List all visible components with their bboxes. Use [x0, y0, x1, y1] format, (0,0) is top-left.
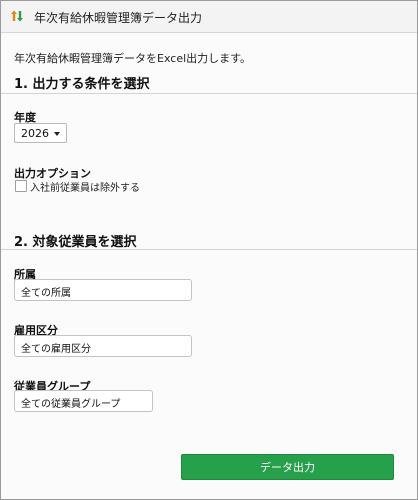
sort-arrows-icon	[11, 10, 23, 22]
year-select-value: 2026	[21, 127, 49, 140]
department-field-value: 全ての所属	[21, 288, 71, 299]
section-divider	[1, 249, 417, 250]
section-title-conditions: 1. 出力する条件を選択	[14, 77, 150, 92]
year-select[interactable]: 2026	[14, 123, 67, 143]
window-title: 年次有給休暇管理簿データ出力	[34, 11, 203, 25]
employment-type-field[interactable]: 全ての雇用区分	[14, 335, 192, 357]
title-bar: 年次有給休暇管理簿データ出力	[1, 1, 417, 33]
page-description: 年次有給休暇管理簿データをExcel出力します。	[14, 52, 252, 65]
export-dialog-window: 年次有給休暇管理簿データ出力 年次有給休暇管理簿データをExcel出力します。 …	[0, 0, 418, 500]
employment-type-field-value: 全ての雇用区分	[21, 344, 91, 355]
employee-group-field-value: 全ての従業員グループ	[21, 399, 121, 410]
export-data-button[interactable]: データ出力	[181, 454, 394, 480]
section-title-employees: 2. 対象従業員を選択	[14, 235, 137, 250]
exclude-pre-hire-checkbox[interactable]	[15, 180, 27, 192]
section-divider	[1, 93, 417, 94]
employee-group-field[interactable]: 全ての従業員グループ	[14, 390, 153, 412]
exclude-pre-hire-label[interactable]: 入社前従業員は除外する	[30, 179, 140, 194]
department-field[interactable]: 全ての所属	[14, 279, 192, 301]
chevron-down-icon	[54, 132, 60, 136]
